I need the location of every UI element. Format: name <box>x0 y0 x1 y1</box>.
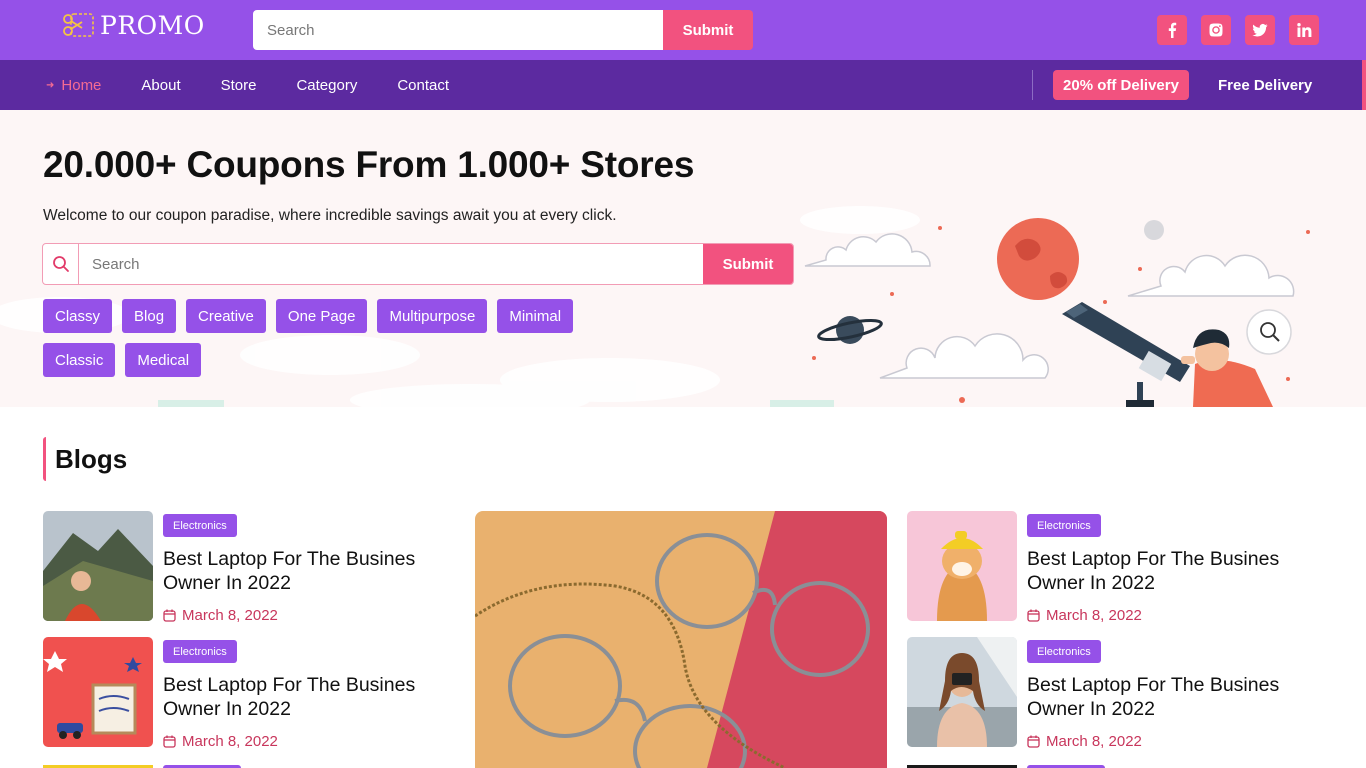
telescope-illustration <box>804 218 1310 407</box>
post-thumbnail[interactable] <box>907 637 1017 747</box>
post-thumbnail[interactable] <box>43 511 153 621</box>
facebook-icon[interactable] <box>1157 15 1187 45</box>
tag-classic[interactable]: Classic <box>43 343 116 377</box>
nav-menu: ➜ Home About Store Category Contact <box>46 60 489 110</box>
post-thumbnail[interactable] <box>907 511 1017 621</box>
nav-item-category[interactable]: Category <box>296 77 357 94</box>
search-icon <box>43 244 79 284</box>
tag-creative[interactable]: Creative <box>186 299 266 333</box>
header-search: Submit <box>253 10 753 50</box>
post-date-text: March 8, 2022 <box>1046 607 1142 624</box>
heading-accent-bar <box>43 437 46 481</box>
category-badge[interactable]: Electronics <box>163 640 237 663</box>
hero-search-input[interactable] <box>79 244 703 284</box>
post-date-text: March 8, 2022 <box>182 733 278 750</box>
category-badge[interactable]: Electronics <box>163 514 237 537</box>
tag-minimal[interactable]: Minimal <box>497 299 574 333</box>
instagram-icon[interactable] <box>1201 15 1231 45</box>
tag-medical[interactable]: Medical <box>125 343 202 377</box>
tag-one-page[interactable]: One Page <box>275 299 368 333</box>
post-date: March 8, 2022 <box>163 733 278 750</box>
nav-divider <box>1032 70 1033 100</box>
post-date-text: March 8, 2022 <box>1046 733 1142 750</box>
top-header: PROMO Submit <box>0 0 1366 60</box>
category-badge[interactable]: Electronics <box>1027 640 1101 663</box>
tag-multipurpose[interactable]: Multipurpose <box>377 299 488 333</box>
blogs-title: Blogs <box>55 443 128 474</box>
blog-card[interactable]: Electronics Best Laptop For The Busines … <box>907 511 1307 624</box>
post-date: March 8, 2022 <box>163 607 278 624</box>
nav-item-label: Home <box>61 76 102 94</box>
blog-card[interactable]: Electronics Best Laptop For The Busines … <box>43 637 443 750</box>
post-date: March 8, 2022 <box>1027 733 1142 750</box>
calendar-icon <box>163 735 176 748</box>
arrow-right-icon: ➜ <box>46 79 55 91</box>
hero-subtitle: Welcome to our coupon paradise, where in… <box>43 207 617 224</box>
header-search-submit-button[interactable]: Submit <box>663 10 753 50</box>
twitter-icon[interactable] <box>1245 15 1275 45</box>
brand-name: PROMO <box>100 10 205 40</box>
nav-item-about[interactable]: About <box>141 77 180 94</box>
brand-logo[interactable]: PROMO <box>62 9 205 41</box>
hero-title: 20.000+ Coupons From 1.000+ Stores <box>43 144 695 185</box>
calendar-icon <box>1027 735 1040 748</box>
calendar-icon <box>1027 609 1040 622</box>
delivery-discount-badge[interactable]: 20% off Delivery <box>1053 70 1189 100</box>
post-thumbnail[interactable] <box>43 637 153 747</box>
post-title[interactable]: Best Laptop For The Busines Owner In 202… <box>163 547 443 595</box>
calendar-icon <box>163 609 176 622</box>
post-title[interactable]: Best Laptop For The Busines Owner In 202… <box>163 673 443 721</box>
tag-classy[interactable]: Classy <box>43 299 113 333</box>
hero-section: 20.000+ Coupons From 1.000+ Stores Welco… <box>0 110 1366 407</box>
hero-search: Submit <box>42 243 794 285</box>
featured-post-image[interactable] <box>475 511 887 768</box>
blogs-heading: Blogs <box>43 437 127 481</box>
main-navigation: ➜ Home About Store Category Contact 20% … <box>0 60 1366 110</box>
tag-list: Classy Blog Creative One Page Multipurpo… <box>43 299 603 377</box>
nav-item-store[interactable]: Store <box>221 77 257 94</box>
nav-item-contact[interactable]: Contact <box>397 77 449 94</box>
scissors-coupon-icon <box>62 10 96 40</box>
social-links <box>1157 15 1319 45</box>
nav-item-home[interactable]: ➜ Home <box>46 77 101 94</box>
post-title[interactable]: Best Laptop For The Busines Owner In 202… <box>1027 673 1307 721</box>
category-badge[interactable]: Electronics <box>1027 514 1101 537</box>
free-delivery-link[interactable]: Free Delivery <box>1218 60 1312 110</box>
post-title[interactable]: Best Laptop For The Busines Owner In 202… <box>1027 547 1307 595</box>
blog-card[interactable]: Electronics Best Laptop For The Busines … <box>43 511 443 624</box>
post-date: March 8, 2022 <box>1027 607 1142 624</box>
post-date-text: March 8, 2022 <box>182 607 278 624</box>
header-search-input[interactable] <box>253 10 663 50</box>
linkedin-icon[interactable] <box>1289 15 1319 45</box>
blog-card[interactable]: Electronics Best Laptop For The Busines … <box>907 637 1307 750</box>
tag-blog[interactable]: Blog <box>122 299 177 333</box>
hero-search-submit-button[interactable]: Submit <box>703 244 793 284</box>
